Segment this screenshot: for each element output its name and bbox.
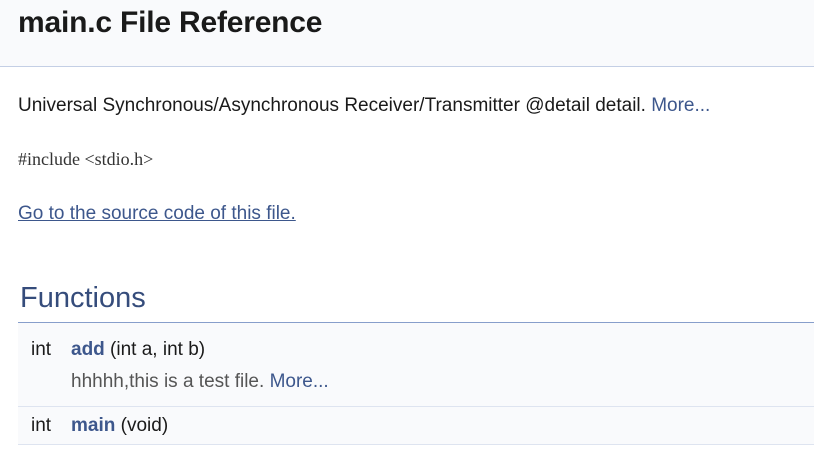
- table-row: int add (int a, int b) hhhhh,this is a t…: [18, 323, 814, 407]
- source-code-link[interactable]: Go to the source code of this file.: [18, 203, 296, 225]
- functions-table: int add (int a, int b) hhhhh,this is a t…: [18, 323, 814, 445]
- functions-section-title: Functions: [20, 282, 146, 314]
- page-header: main.c File Reference: [0, 0, 814, 67]
- return-type: int: [31, 415, 52, 436]
- include-directive: #include <stdio.h>: [18, 149, 154, 169]
- function-params: (int a, int b): [104, 339, 206, 360]
- table-row: int main (void): [18, 407, 814, 445]
- function-signature: add (int a, int b): [71, 339, 205, 361]
- function-link-main[interactable]: main: [71, 415, 115, 436]
- function-params: (void): [115, 415, 169, 436]
- page-title: main.c File Reference: [18, 6, 323, 39]
- function-signature: main (void): [71, 415, 168, 437]
- brief-more-link[interactable]: More...: [651, 95, 710, 116]
- description-text: hhhhh,this is a test file.: [71, 371, 270, 392]
- function-link-add[interactable]: add: [71, 339, 105, 360]
- file-brief-description: Universal Synchronous/Asynchronous Recei…: [18, 95, 710, 117]
- return-type: int: [31, 339, 52, 360]
- function-description: hhhhh,this is a test file. More...: [71, 371, 329, 393]
- function-more-link[interactable]: More...: [270, 371, 329, 392]
- brief-text: Universal Synchronous/Asynchronous Recei…: [18, 95, 652, 116]
